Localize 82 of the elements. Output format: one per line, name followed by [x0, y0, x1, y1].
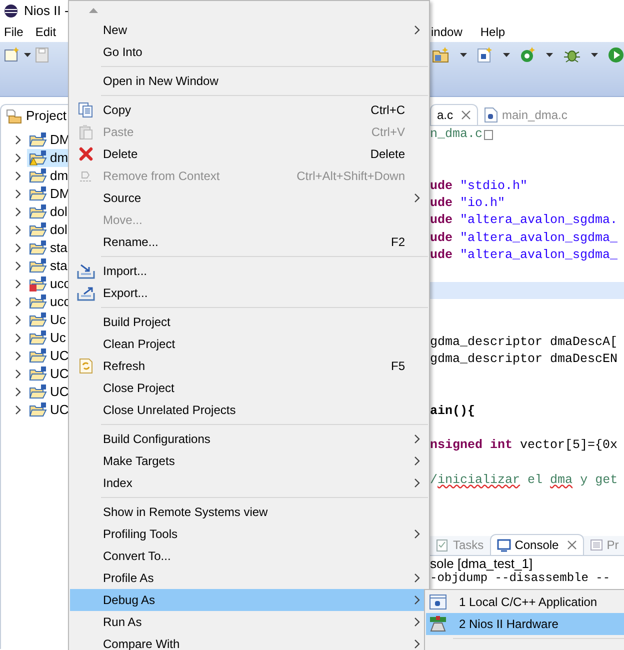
tree-item[interactable]: Uc — [27, 311, 66, 329]
console-output: -objdump --disassemble -- — [430, 572, 612, 585]
tree-item[interactable]: dol — [27, 203, 68, 221]
menu-bar-item[interactable]: File — [4, 23, 24, 41]
fold-marker-icon[interactable] — [484, 130, 493, 140]
code-line: gdma_descriptor dmaDescA[ — [430, 334, 618, 351]
code-line: ude "stdio.h" — [430, 178, 528, 195]
dropdown-arrow-icon[interactable] — [546, 53, 553, 57]
menu-item[interactable]: Build Configurations — [70, 428, 428, 450]
new-c-file-icon[interactable] — [477, 47, 493, 63]
menu-item[interactable]: Go Into — [70, 41, 428, 63]
code-line: n_dma.c — [430, 126, 483, 143]
code-line: gdma_descriptor dmaDescEN — [430, 350, 618, 368]
menu-item[interactable]: Profiling Tools — [70, 523, 428, 545]
menu-item[interactable]: Export... — [70, 282, 428, 304]
menu-item[interactable]: Convert To... — [70, 545, 428, 567]
dropdown-arrow-icon[interactable] — [503, 53, 510, 57]
new-project-icon[interactable] — [4, 47, 20, 63]
close-icon[interactable] — [461, 110, 472, 120]
code-line: nsigned int vector[5]={0x — [430, 437, 618, 454]
c-file-icon — [484, 106, 498, 122]
properties-icon — [590, 538, 603, 550]
menu-item[interactable]: Build Project — [70, 311, 428, 333]
tree-item[interactable]: sta — [27, 239, 68, 257]
code-line: /inicializar el dma y get — [430, 472, 618, 489]
menu-item[interactable]: 1 Local C/C++ Application — [426, 591, 624, 613]
menu-item[interactable]: Close Project — [70, 377, 428, 399]
menu-item[interactable]: Show in Remote Systems view — [70, 501, 428, 523]
import-icon — [77, 264, 95, 278]
menu-item[interactable]: Open in New Window — [70, 70, 428, 92]
menu-item[interactable]: 2 Nios II Hardware — [426, 613, 624, 635]
code-line: ain(){ — [430, 402, 476, 420]
menu-item[interactable]: Rename... F2 — [70, 231, 428, 253]
menu-bar-item[interactable]: Help — [480, 23, 506, 41]
refresh-icon — [78, 358, 94, 374]
close-icon[interactable] — [566, 540, 577, 550]
new-c-project-icon[interactable] — [432, 47, 450, 63]
project-explorer-icon — [6, 108, 22, 124]
tree-item[interactable]: UC — [27, 401, 69, 419]
menu-item[interactable]: Copy Ctrl+C — [70, 99, 428, 121]
console-title: sole [dma_test_1] — [430, 556, 534, 572]
menu-item[interactable]: Close Unrelated Projects — [70, 399, 428, 421]
dropdown-arrow-icon[interactable] — [591, 53, 598, 57]
menu-item[interactable]: Run As — [70, 611, 428, 633]
code-line: ude "io.h" — [430, 195, 506, 212]
tree-item[interactable]: dm — [27, 149, 68, 167]
menu-item[interactable]: Refresh F5 — [70, 355, 428, 377]
run-icon[interactable] — [608, 47, 624, 63]
delete-icon — [79, 147, 93, 161]
code-line: ude "altera_avalon_sgdma_ — [430, 230, 618, 247]
menu-bar-item[interactable]: indow — [431, 23, 462, 41]
tree-item[interactable]: dol — [27, 221, 68, 239]
menu-item[interactable]: Profile As — [70, 567, 428, 589]
menu-item[interactable]: Make Targets — [70, 450, 428, 472]
code-line: ude "altera_avalon_sgdma. — [430, 212, 618, 230]
menu-item[interactable]: Index — [70, 472, 428, 494]
window-title: Nios II - — [24, 2, 69, 20]
hardware-board-icon — [429, 616, 447, 632]
menu-item[interactable]: New — [70, 19, 428, 41]
dropdown-arrow-icon[interactable] — [460, 53, 467, 57]
panel-tab-title[interactable]: Project — [26, 106, 66, 126]
code-line: ude "altera_avalon_sgdma_ — [430, 247, 618, 264]
tab[interactable]: Console — [490, 534, 584, 555]
tree-item[interactable]: dm — [27, 167, 68, 185]
tree-item[interactable]: UC — [27, 383, 69, 401]
copy-icon — [78, 102, 94, 118]
menu-item[interactable]: Source — [70, 187, 428, 209]
tab[interactable]: a.c — [430, 104, 478, 125]
menu-bar-item[interactable]: Edit — [35, 23, 56, 41]
export-icon — [77, 286, 95, 300]
dropdown-arrow-icon[interactable] — [24, 53, 31, 57]
tree-item[interactable]: Uc — [27, 329, 66, 347]
tree-item[interactable]: UC — [27, 347, 69, 365]
tree-item[interactable]: sta — [27, 257, 68, 275]
menu-item[interactable]: Delete Delete — [70, 143, 428, 165]
scroll-up-icon[interactable] — [89, 8, 98, 12]
menu-item[interactable]: Import... — [70, 260, 428, 282]
menu-item[interactable]: Clean Project — [70, 333, 428, 355]
app-logo-icon — [4, 4, 18, 18]
console-icon — [496, 538, 511, 552]
tree-item[interactable]: UC — [27, 365, 69, 383]
paste-icon — [78, 124, 94, 140]
